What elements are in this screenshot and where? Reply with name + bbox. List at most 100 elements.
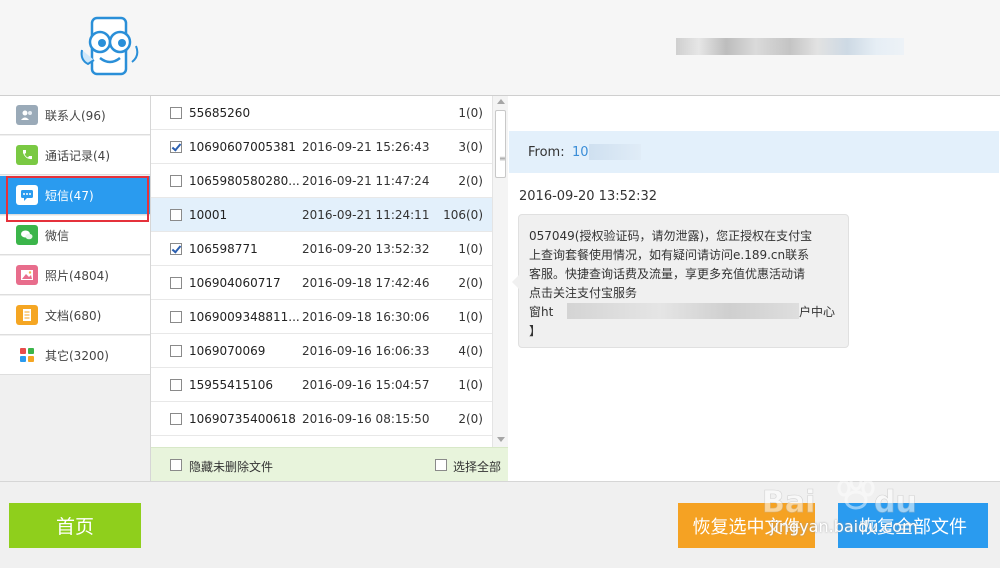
sender-number: 10690607005381 bbox=[189, 140, 296, 154]
phone-call-icon bbox=[16, 145, 38, 165]
row-checkbox[interactable] bbox=[170, 141, 182, 153]
hide-deleted-label: 隐藏未删除文件 bbox=[189, 460, 274, 474]
message-bubble: 057049(授权验证码，请勿泄露)，您正授权在支付宝 上查询套餐使用情况，如有… bbox=[512, 214, 849, 348]
message-count: 2(0) bbox=[458, 174, 483, 188]
scroll-up-arrow-icon[interactable] bbox=[497, 99, 505, 104]
row-checkbox[interactable] bbox=[170, 175, 182, 187]
sidebar-item-other[interactable]: 其它(3200) bbox=[0, 336, 150, 375]
message-date: 2016-09-16 16:06:33 bbox=[302, 344, 430, 358]
row-checkbox[interactable] bbox=[170, 345, 182, 357]
list-item[interactable]: 106904060717 2016-09-18 17:42:46 2(0) bbox=[151, 266, 492, 300]
message-line: 点击关注支付宝服务 bbox=[529, 286, 638, 300]
sender-number: 1069070069 bbox=[189, 344, 266, 358]
svg-text:du: du bbox=[874, 485, 917, 520]
row-checkbox[interactable] bbox=[170, 243, 182, 255]
phone-face-logo-icon bbox=[80, 16, 139, 76]
sender-number: 106598771 bbox=[189, 242, 258, 256]
grip-icon: ≡ bbox=[499, 154, 506, 163]
contacts-icon bbox=[16, 105, 38, 125]
row-checkbox[interactable] bbox=[170, 107, 182, 119]
list-item[interactable]: 1065980580280... 2016-09-21 11:47:24 2(0… bbox=[151, 164, 492, 198]
from-header: From: 10 bbox=[509, 131, 999, 173]
sidebar-item-label: 微信 bbox=[45, 228, 70, 243]
message-date: 2016-09-16 08:15:50 bbox=[302, 412, 430, 426]
scroll-down-arrow-icon[interactable] bbox=[497, 437, 505, 442]
row-checkbox[interactable] bbox=[170, 413, 182, 425]
photo-icon bbox=[16, 265, 38, 285]
message-date: 2016-09-21 15:26:43 bbox=[302, 140, 430, 154]
message-date: 2016-09-16 15:04:57 bbox=[302, 378, 430, 392]
select-all-label: 选择全部 bbox=[453, 460, 502, 474]
sender-number: 1069009348811... bbox=[189, 310, 300, 324]
sidebar-item-label: 文档(680) bbox=[45, 308, 102, 323]
message-count: 3(0) bbox=[458, 140, 483, 154]
message-line: 户中心 bbox=[799, 305, 836, 319]
sidebar-item-documents[interactable]: 文档(680) bbox=[0, 296, 150, 335]
message-date: 2016-09-18 17:42:46 bbox=[302, 276, 430, 290]
list-item[interactable]: 1069009348811... 2016-09-18 16:30:06 1(0… bbox=[151, 300, 492, 334]
blurred-link bbox=[567, 303, 799, 319]
list-footer: 隐藏未删除文件 选择全部 bbox=[151, 447, 508, 481]
sidebar-item-label: 联系人(96) bbox=[45, 108, 106, 123]
watermark-url: jingyan.baidu.com bbox=[770, 517, 918, 536]
message-count: 1(0) bbox=[458, 242, 483, 256]
message-line: 客服。快捷查询话费及流量，享更多充值优惠活动请 bbox=[529, 267, 806, 281]
sidebar-item-label: 照片(4804) bbox=[45, 268, 109, 283]
sidebar-item-label: 通话记录(4) bbox=[45, 148, 110, 163]
message-count: 106(0) bbox=[443, 208, 483, 222]
home-button[interactable]: 首页 bbox=[9, 503, 141, 548]
sender-number: 1065980580280... bbox=[189, 174, 300, 188]
message-count: 1(0) bbox=[458, 106, 483, 120]
list-item[interactable]: 1069070069 2016-09-16 16:06:33 4(0) bbox=[151, 334, 492, 368]
message-count: 1(0) bbox=[458, 310, 483, 324]
list-item[interactable]: 55685260 1(0) bbox=[151, 96, 492, 130]
from-label: From: bbox=[528, 145, 565, 160]
sender-number: 15955415106 bbox=[189, 378, 273, 392]
row-checkbox[interactable] bbox=[170, 379, 182, 391]
message-timestamp: 2016-09-20 13:52:32 bbox=[519, 189, 658, 204]
list-item[interactable]: 10690735400618 2016-09-16 08:15:50 2(0) bbox=[151, 402, 492, 436]
select-all-checkbox[interactable] bbox=[435, 459, 447, 471]
sender-number: 10001 bbox=[189, 208, 228, 222]
row-checkbox[interactable] bbox=[170, 311, 182, 323]
message-date: 2016-09-21 11:47:24 bbox=[302, 174, 430, 188]
sender-number: 55685260 bbox=[189, 106, 251, 120]
category-sidebar: 联系人(96) 通话记录(4) 短信(47) 微信 照片(4804) 文档(68… bbox=[0, 96, 151, 481]
wechat-icon bbox=[16, 225, 38, 245]
sidebar-item-call-log[interactable]: 通话记录(4) bbox=[0, 136, 150, 175]
message-date: 2016-09-18 16:30:06 bbox=[302, 310, 430, 324]
list-scrollbar[interactable]: ≡ bbox=[492, 96, 508, 447]
sms-thread-list: 55685260 1(0) 10690607005381 2016-09-21 … bbox=[151, 96, 508, 481]
message-line: 057049(授权验证码，请勿泄露)，您正授权在支付宝 bbox=[529, 229, 813, 243]
from-value: 10 bbox=[572, 145, 589, 160]
blurred-sender bbox=[589, 144, 641, 160]
sidebar-item-photos[interactable]: 照片(4804) bbox=[0, 256, 150, 295]
blurred-account-info bbox=[676, 38, 904, 55]
message-count: 2(0) bbox=[458, 412, 483, 426]
message-count: 4(0) bbox=[458, 344, 483, 358]
message-date: 2016-09-20 13:52:32 bbox=[302, 242, 430, 256]
sender-number: 10690735400618 bbox=[189, 412, 296, 426]
svg-text:Bai: Bai bbox=[762, 485, 815, 520]
message-line: 】 bbox=[529, 324, 542, 338]
row-checkbox[interactable] bbox=[170, 209, 182, 221]
sender-number: 106904060717 bbox=[189, 276, 281, 290]
hide-deleted-checkbox[interactable] bbox=[170, 459, 182, 471]
message-count: 1(0) bbox=[458, 378, 483, 392]
sidebar-item-label: 其它(3200) bbox=[45, 348, 109, 363]
scrollbar-thumb[interactable]: ≡ bbox=[495, 110, 506, 178]
list-item[interactable]: 15955415106 2016-09-16 15:04:57 1(0) bbox=[151, 368, 492, 402]
message-detail-pane: From: 10 2016-09-20 13:52:32 057049(授权验证… bbox=[509, 96, 999, 481]
list-item[interactable]: 10690607005381 2016-09-21 15:26:43 3(0) bbox=[151, 130, 492, 164]
list-item[interactable]: 106598771 2016-09-20 13:52:32 1(0) bbox=[151, 232, 492, 266]
sidebar-item-contacts[interactable]: 联系人(96) bbox=[0, 96, 150, 135]
message-line: 窗ht bbox=[529, 305, 554, 319]
app-header bbox=[0, 0, 1000, 96]
highlight-annotation-box bbox=[6, 176, 149, 222]
document-icon bbox=[16, 305, 38, 325]
message-date: 2016-09-21 11:24:11 bbox=[302, 208, 430, 222]
message-count: 2(0) bbox=[458, 276, 483, 290]
list-item[interactable]: 10001 2016-09-21 11:24:11 106(0) bbox=[151, 198, 492, 232]
bubble-tail bbox=[512, 275, 519, 289]
row-checkbox[interactable] bbox=[170, 277, 182, 289]
